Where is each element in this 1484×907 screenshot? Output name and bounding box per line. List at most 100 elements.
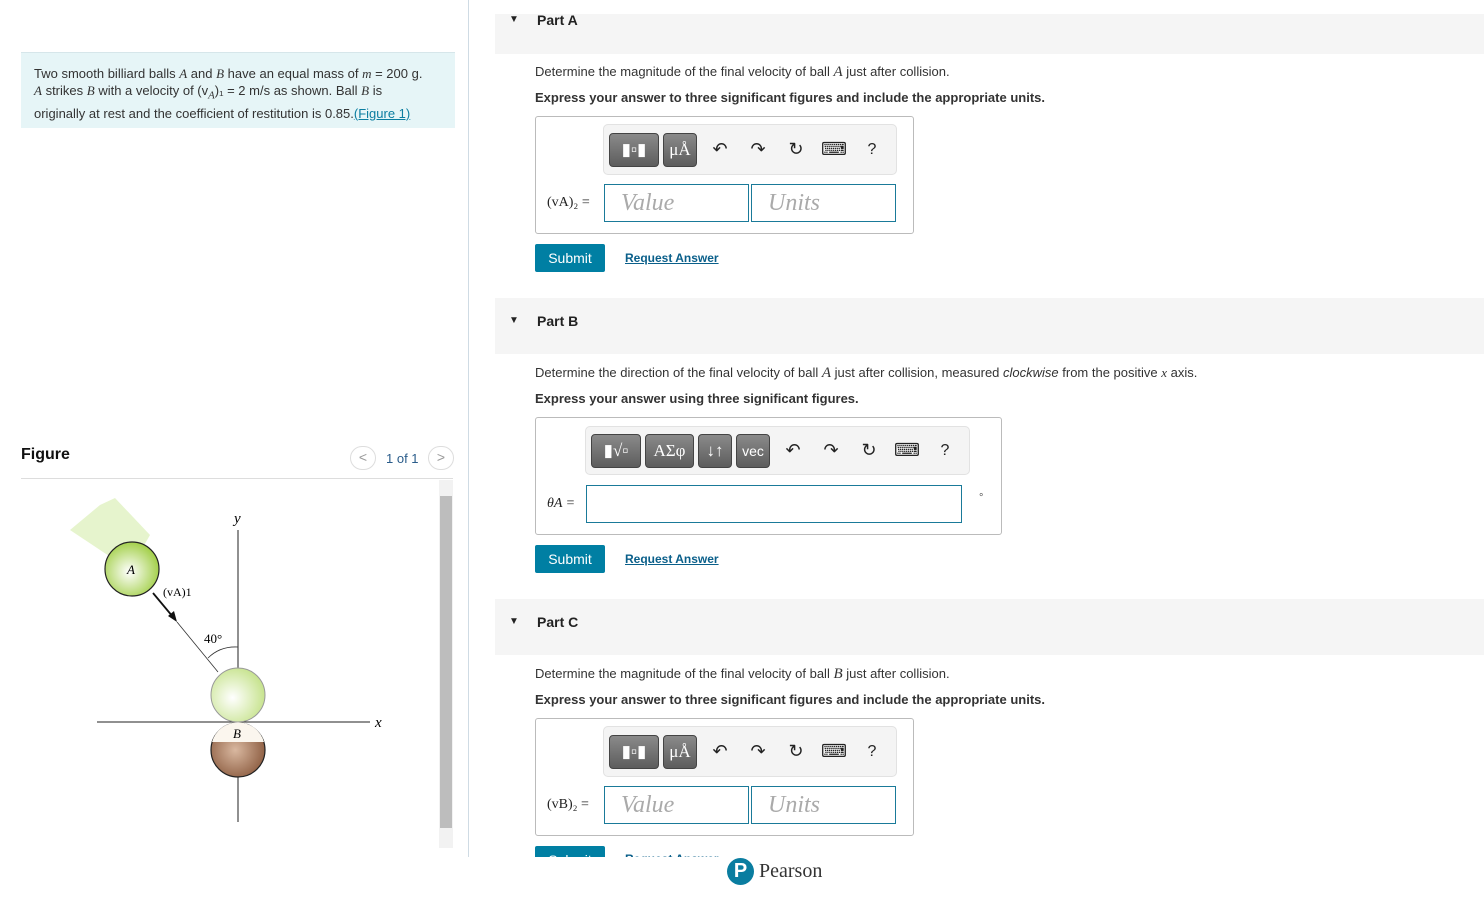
angle-input[interactable]: [586, 485, 962, 523]
undo-icon[interactable]: ↶: [701, 741, 739, 762]
panel-divider: [468, 0, 469, 857]
part-a-answer-box: ▮▫▮ μÅ ↶ ↷ ↻ ⌨ ? (vA)₂ = Value Units: [535, 116, 914, 234]
x-axis-label: x: [374, 715, 382, 731]
prev-figure-button[interactable]: <: [350, 446, 376, 470]
problem-text: )₁ = 2 m/s as shown. Ball: [214, 83, 362, 98]
problem-text: strikes: [41, 83, 87, 98]
figure-diagram: y x A (vA)1 40° B: [70, 498, 382, 822]
units-button[interactable]: μÅ: [663, 734, 697, 769]
var: B: [361, 83, 370, 98]
problem-text: with a velocity of (v: [94, 83, 209, 98]
vector-button[interactable]: vec: [736, 433, 770, 468]
ball-a-impact: [210, 667, 266, 723]
template-button[interactable]: ▮√▫: [591, 433, 641, 468]
var: A: [821, 365, 832, 381]
angle-arc: [207, 646, 239, 659]
problem-text: and: [187, 66, 217, 81]
part-a-header[interactable]: ▼ Part A: [495, 12, 1484, 54]
figure-scrollbar[interactable]: [439, 480, 453, 848]
part-a-question: Determine the magnitude of the final vel…: [535, 64, 950, 81]
collapse-icon[interactable]: ▼: [509, 616, 519, 627]
request-answer-link[interactable]: Request Answer: [625, 552, 719, 566]
undo-icon[interactable]: ↶: [774, 440, 812, 461]
part-a-label: Part A: [537, 12, 578, 28]
pearson-logo-icon: P: [727, 858, 754, 885]
pearson-brand: Pearson: [759, 860, 823, 882]
units-input[interactable]: Units: [751, 184, 896, 222]
problem-statement: Two smooth billiard balls A and B have a…: [21, 52, 455, 128]
reset-icon[interactable]: ↻: [777, 139, 815, 160]
help-icon[interactable]: ?: [853, 743, 891, 761]
problem-text: have an equal mass of: [224, 66, 363, 81]
angle-label: 40°: [204, 631, 222, 646]
part-b-label: Part B: [537, 313, 579, 329]
problem-text: is: [369, 83, 383, 98]
reset-icon[interactable]: ↻: [850, 440, 888, 461]
part-c-answer-box: ▮▫▮ μÅ ↶ ↷ ↻ ⌨ ? (vB)₂ = Value Units: [535, 718, 914, 836]
ball-a-label: A: [126, 562, 135, 577]
problem-text: = 200 g.: [371, 66, 423, 81]
collapse-icon[interactable]: ▼: [509, 315, 519, 326]
collapse-icon[interactable]: ▼: [509, 14, 519, 25]
keyboard-icon[interactable]: ⌨: [815, 741, 853, 762]
keyboard-icon[interactable]: ⌨: [888, 440, 926, 461]
divider: [21, 478, 453, 479]
figure-link[interactable]: (Figure 1): [354, 106, 410, 121]
figure-count: 1 of 1: [386, 451, 419, 466]
sort-button[interactable]: ↓↑: [698, 433, 732, 468]
help-icon[interactable]: ?: [926, 442, 964, 460]
var: B: [216, 66, 225, 81]
variable-label: (vB)₂ =: [547, 797, 589, 812]
redo-icon[interactable]: ↷: [739, 741, 777, 762]
question-text: Determine the direction of the final vel…: [535, 365, 822, 380]
math-toolbar: ▮▫▮ μÅ ↶ ↷ ↻ ⌨ ?: [603, 124, 897, 175]
question-text: just after collision, measured: [831, 365, 1004, 380]
part-c-header[interactable]: ▼ Part C: [495, 599, 1484, 655]
submit-button[interactable]: Submit: [535, 545, 605, 573]
scrollbar-thumb[interactable]: [440, 496, 452, 828]
problem-text: Two smooth billiard balls: [34, 66, 180, 81]
var: A: [208, 89, 215, 102]
value-input[interactable]: Value: [604, 184, 749, 222]
undo-icon[interactable]: ↶: [701, 139, 739, 160]
question-text: Determine the magnitude of the final vel…: [535, 64, 834, 79]
value-input[interactable]: Value: [604, 786, 749, 824]
ball-b-label: B: [233, 726, 241, 741]
redo-icon[interactable]: ↷: [739, 139, 777, 160]
variable-label: (vA)₂ =: [547, 195, 590, 210]
math-toolbar: ▮√▫ ΑΣφ ↓↑ vec ↶ ↷ ↻ ⌨ ?: [585, 426, 970, 475]
question-emphasis: clockwise: [1003, 365, 1059, 380]
question-text: axis.: [1167, 365, 1198, 380]
template-button[interactable]: ▮▫▮: [609, 734, 659, 769]
units-button[interactable]: μÅ: [663, 132, 697, 167]
part-c-question: Determine the magnitude of the final vel…: [535, 666, 950, 683]
greek-button[interactable]: ΑΣφ: [645, 433, 694, 468]
template-button[interactable]: ▮▫▮: [609, 132, 659, 167]
keyboard-icon[interactable]: ⌨: [815, 139, 853, 160]
variable-label: θA =: [547, 496, 576, 511]
request-answer-link[interactable]: Request Answer: [625, 251, 719, 265]
math-toolbar: ▮▫▮ μÅ ↶ ↷ ↻ ⌨ ?: [603, 726, 897, 777]
part-b-question: Determine the direction of the final vel…: [535, 365, 1197, 382]
var: A: [179, 66, 188, 81]
degree-unit: °: [979, 492, 984, 504]
question-text: Determine the magnitude of the final vel…: [535, 666, 834, 681]
var: A: [34, 83, 42, 98]
part-b-header[interactable]: ▼ Part B: [495, 298, 1484, 354]
part-c-label: Part C: [537, 614, 579, 630]
problem-text: originally at rest and the coefficient o…: [34, 105, 354, 121]
units-input[interactable]: Units: [751, 786, 896, 824]
help-icon[interactable]: ?: [853, 141, 891, 159]
trajectory-line: [176, 621, 219, 673]
y-axis-label: y: [232, 511, 241, 527]
reset-icon[interactable]: ↻: [777, 741, 815, 762]
viewport-cutoff: [495, 857, 1484, 907]
part-b-answer-box: ▮√▫ ΑΣφ ↓↑ vec ↶ ↷ ↻ ⌨ ? θA = °: [535, 417, 1002, 535]
velocity-label: (vA)1: [163, 585, 192, 599]
figure-title: Figure: [21, 446, 70, 463]
submit-button[interactable]: Submit: [535, 244, 605, 272]
pearson-footer: P Pearson: [727, 858, 822, 885]
redo-icon[interactable]: ↷: [812, 440, 850, 461]
next-figure-button[interactable]: >: [428, 446, 454, 470]
var: B: [833, 666, 843, 682]
